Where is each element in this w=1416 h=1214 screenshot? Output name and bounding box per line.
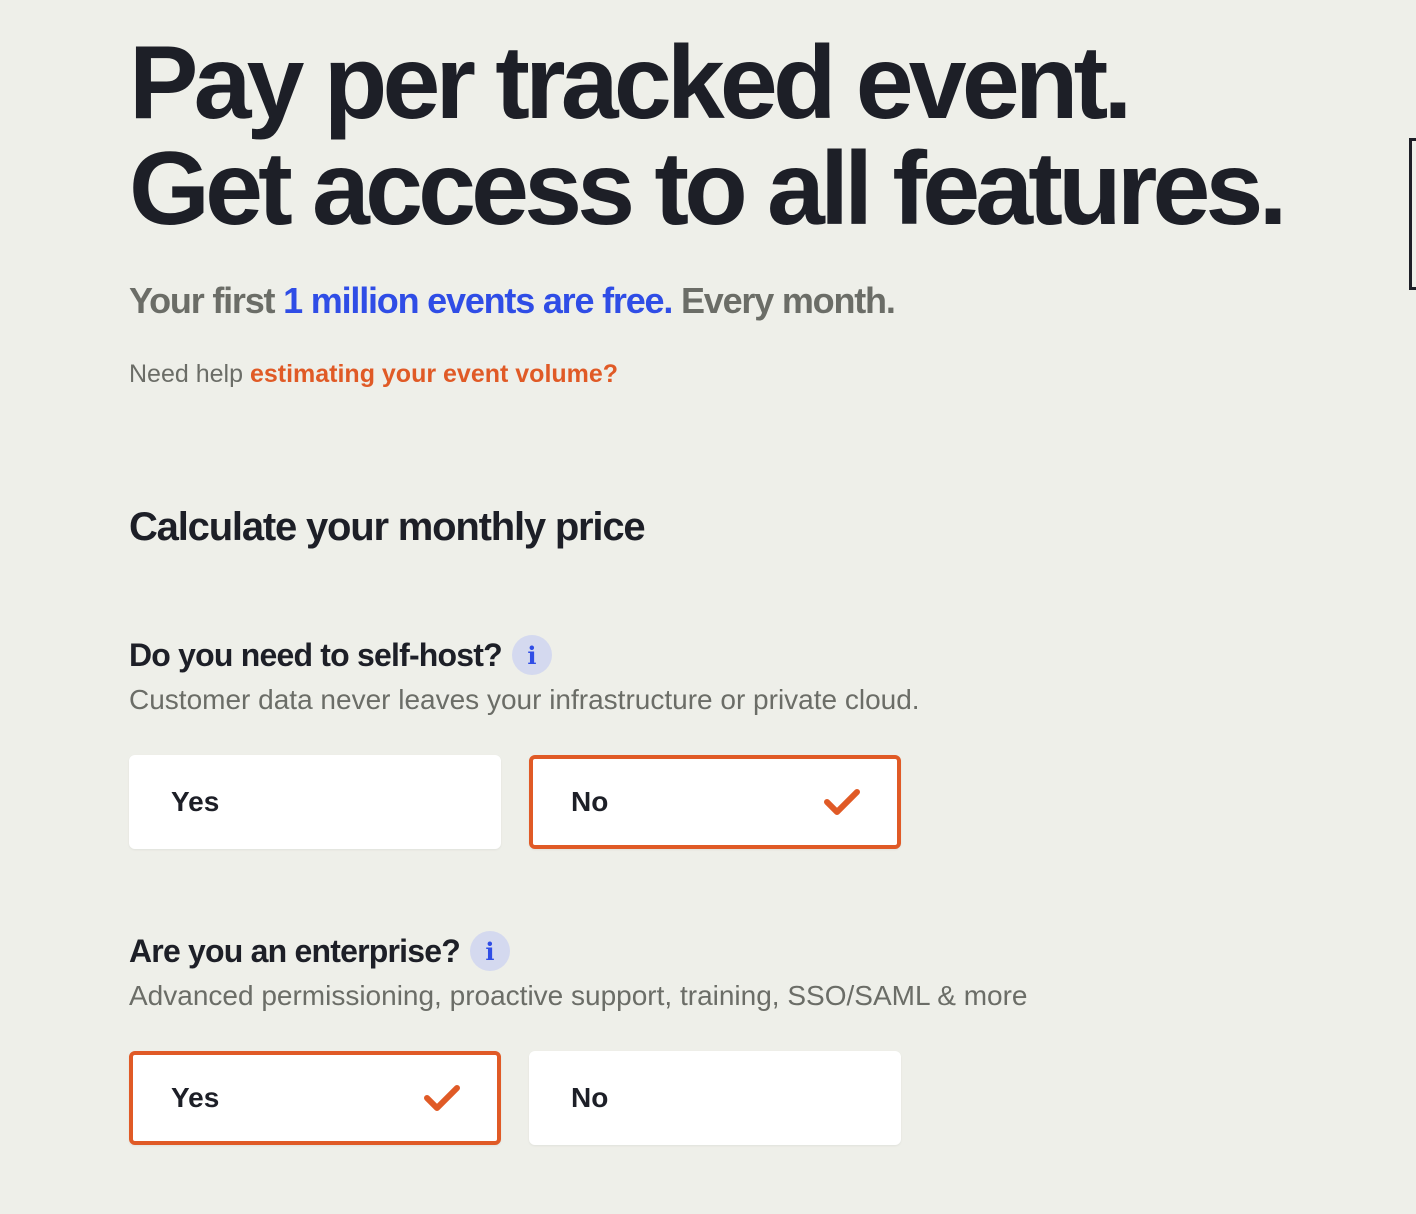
enterprise-options: Yes No [129, 1051, 901, 1145]
title-line-1: Pay per tracked event. [129, 25, 1132, 141]
subhead-suffix: Every month. [672, 280, 896, 321]
enterprise-no-option[interactable]: No [529, 1051, 901, 1145]
option-label: Yes [171, 786, 220, 817]
option-label: No [571, 786, 609, 817]
self-host-options: Yes No [129, 755, 901, 849]
self-host-yes-option[interactable]: Yes [129, 755, 501, 849]
self-host-description: Customer data never leaves your infrastr… [129, 684, 920, 715]
self-host-question: Do you need to self-host? i Customer dat… [129, 630, 1279, 849]
question-label: Do you need to self-host? i [129, 630, 1279, 680]
self-host-label: Do you need to self-host? [129, 636, 503, 673]
info-icon[interactable]: i [511, 635, 552, 675]
enterprise-description: Advanced permissioning, proactive suppor… [129, 980, 1028, 1011]
self-host-no-option[interactable]: No [529, 755, 901, 849]
help-prefix: Need help [129, 360, 250, 388]
option-label: Yes [171, 1082, 220, 1113]
hero-section: Pay per tracked event. Get access to all… [129, 30, 1389, 389]
offscreen-element-edge [1409, 138, 1416, 290]
enterprise-yes-option[interactable]: Yes [129, 1051, 501, 1145]
subhead-prefix: Your first [129, 280, 284, 321]
help-text: Need help estimating your event volume? [129, 360, 1389, 389]
check-icon [824, 789, 860, 815]
question-label: Are you an enterprise? i [129, 926, 1279, 976]
enterprise-label: Are you an enterprise? [129, 932, 461, 969]
subheadline: Your first 1 million events are free. Ev… [129, 280, 1389, 322]
check-icon [424, 1085, 460, 1111]
info-icon[interactable]: i [469, 931, 510, 971]
option-label: No [571, 1082, 609, 1113]
estimate-volume-link[interactable]: estimating your event volume? [250, 360, 618, 388]
page-title: Pay per tracked event. Get access to all… [129, 30, 1389, 242]
subhead-highlight: 1 million events are free. [283, 280, 673, 321]
title-line-2: Get access to all features. [129, 131, 1288, 247]
calculator-title: Calculate your monthly price [129, 505, 646, 549]
enterprise-question: Are you an enterprise? i Advanced permis… [129, 926, 1279, 1145]
